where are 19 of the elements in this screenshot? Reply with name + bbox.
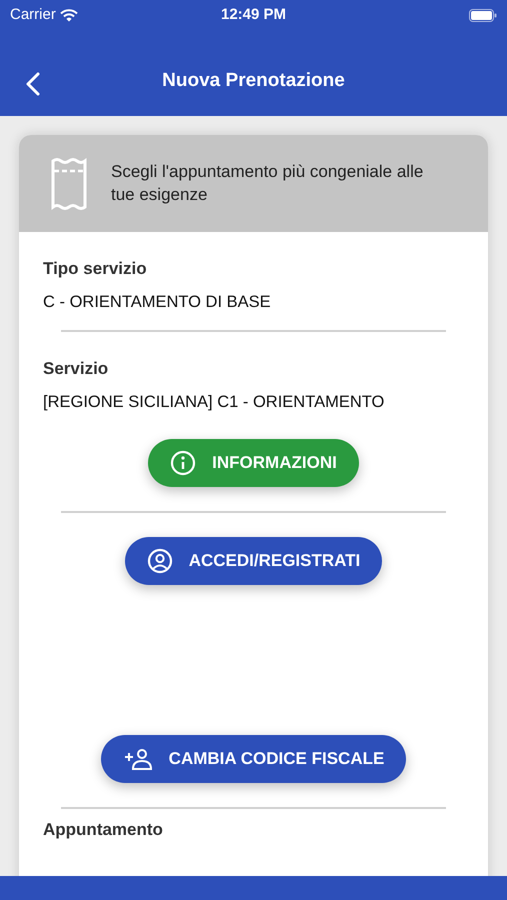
field-label: Tipo servizio <box>43 258 148 280</box>
info-button[interactable]: INFORMAZIONI <box>148 438 359 486</box>
battery-icon <box>469 8 497 22</box>
status-time: 12:49 PM <box>220 4 286 25</box>
field-value: C - ORIENTAMENTO DI BASE <box>43 292 272 312</box>
wifi-icon <box>60 8 78 22</box>
banner-text: Scegli l'appuntamento più congeniale alle tue esigenze <box>111 161 424 206</box>
back-button[interactable] <box>26 72 40 96</box>
user-icon <box>146 548 173 574</box>
info-icon <box>170 450 196 476</box>
section-label: Appuntamento <box>42 818 164 840</box>
change-tax-code-button[interactable]: CAMBIA CODICE FISCALE <box>100 734 406 782</box>
add-user-icon <box>122 746 153 770</box>
login-button[interactable]: ACCEDI/REGISTRATI <box>124 536 382 584</box>
field-label: Servizio <box>43 358 110 380</box>
carrier-label: Carrier <box>10 4 56 25</box>
ticket-icon <box>51 156 87 210</box>
field-value: [REGIONE SICILIANA] C1 - ORIENTAMENTO <box>43 392 386 413</box>
screen-title: Nuova Prenotazione <box>162 68 345 93</box>
